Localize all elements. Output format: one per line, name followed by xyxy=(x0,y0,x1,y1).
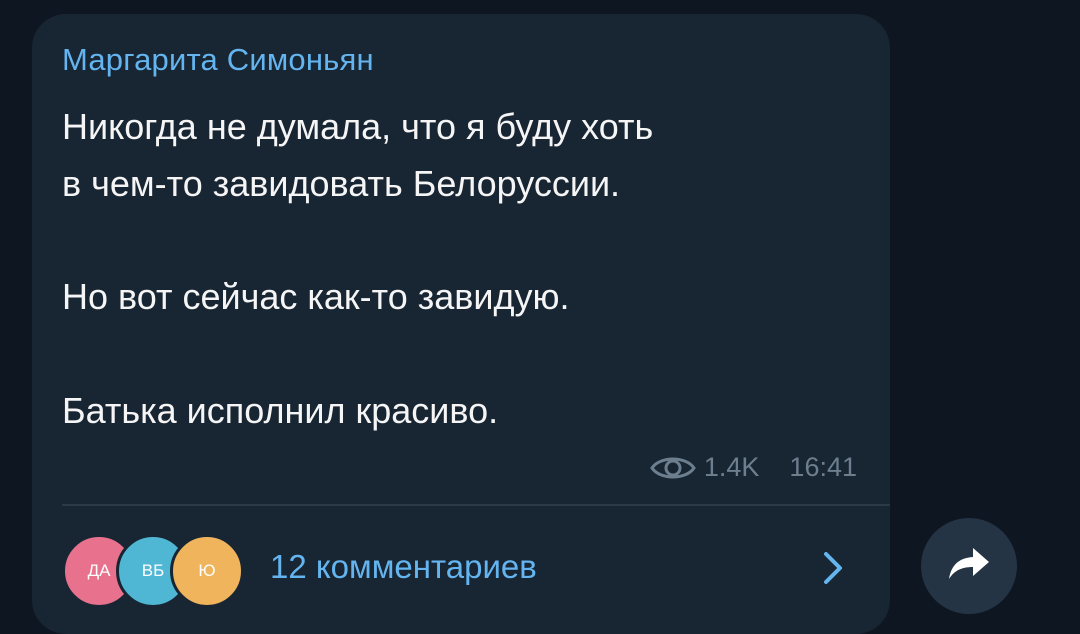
message-text-line-2: в чем-то завидовать Белоруссии. xyxy=(62,163,621,204)
message-meta: 1.4K 16:41 xyxy=(650,452,857,483)
views-count: 1.4K xyxy=(703,452,760,482)
eye-icon xyxy=(650,453,696,483)
avatar: Ю xyxy=(170,534,244,608)
share-arrow-icon xyxy=(947,546,991,587)
share-button[interactable] xyxy=(921,518,1017,614)
comments-link[interactable]: 12 комментариев xyxy=(270,548,537,586)
message-text-line-3: Но вот сейчас как-то завидую. xyxy=(62,276,570,317)
comments-divider xyxy=(62,504,890,506)
sender-name[interactable]: Маргарита Симоньян xyxy=(62,42,374,78)
chevron-right-icon[interactable] xyxy=(820,548,846,588)
message-text-line-1: Никогда не думала, что я буду хоть xyxy=(62,106,654,147)
message-time: 16:41 xyxy=(789,452,857,482)
message-text-line-4: Батька исполнил красиво. xyxy=(62,390,499,431)
commenter-avatars[interactable]: ДА ВБ Ю xyxy=(62,534,244,608)
